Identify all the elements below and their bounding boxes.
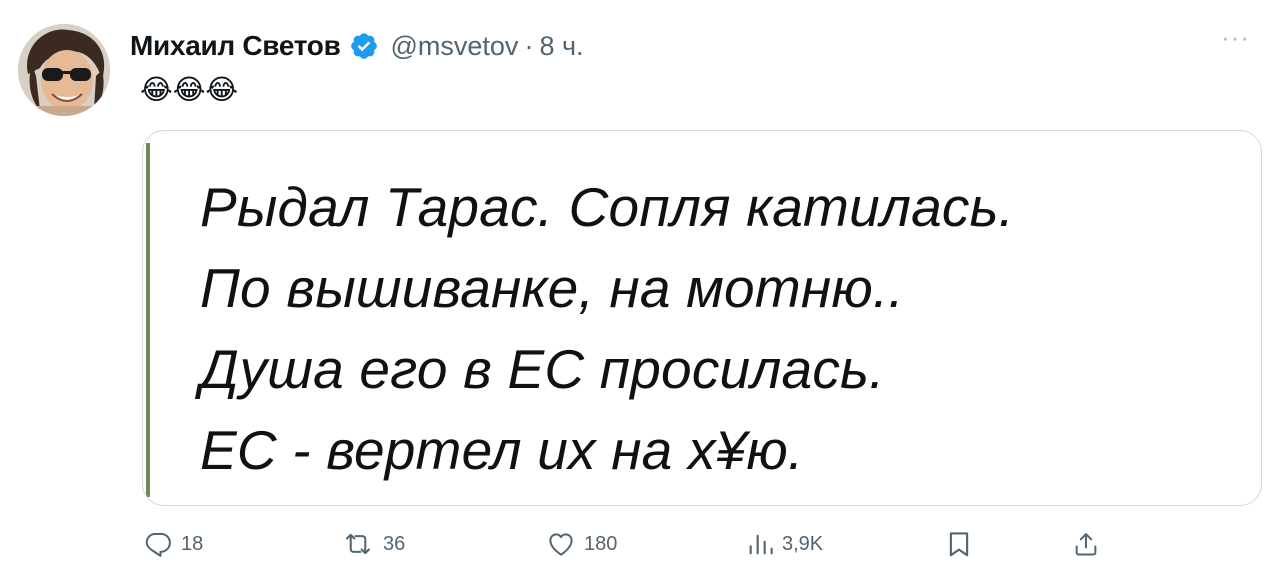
tweet-media[interactable]: Рыдал Тарас. Сопля катилась. По вышиванк… <box>142 130 1262 506</box>
reply-button[interactable]: 18 <box>143 524 203 564</box>
author-handle[interactable]: @msvetov <box>391 31 519 62</box>
poem-line-3: Душа его в ЕС просилась. <box>200 338 885 400</box>
tweet-header: Михаил Светов @msvetov · 8 ч. <box>130 26 584 66</box>
views-button[interactable]: 3,9K <box>746 524 823 564</box>
verified-badge-icon[interactable] <box>349 31 379 61</box>
share-icon <box>1075 533 1097 556</box>
bookmark-button[interactable] <box>946 524 972 564</box>
more-icon[interactable]: ··· <box>1221 22 1250 53</box>
separator-dot: · <box>524 30 534 61</box>
like-icon <box>549 533 573 556</box>
like-button[interactable]: 180 <box>546 524 617 564</box>
retweet-count: 36 <box>383 532 406 555</box>
media-image: Рыдал Тарас. Сопля катилась. По вышиванк… <box>146 143 1254 497</box>
tweet: Михаил Светов @msvetov · 8 ч. ··· 😂😂😂 Ры… <box>0 0 1280 582</box>
poem-text: Рыдал Тарас. Сопля катилась. По вышиванк… <box>200 167 1014 491</box>
bookmark-icon <box>949 532 969 557</box>
retweet-button[interactable]: 36 <box>341 524 405 564</box>
share-button[interactable] <box>1072 524 1100 564</box>
poem-line-1: Рыдал Тарас. Сопля катилась. <box>200 176 1015 238</box>
views-count: 3,9K <box>782 532 824 555</box>
reply-count: 18 <box>181 532 204 555</box>
views-icon <box>749 534 773 555</box>
like-count: 180 <box>584 532 618 555</box>
poem-line-2: По вышиванке, на мотню.. <box>200 257 904 319</box>
avatar-image <box>18 24 110 116</box>
timestamp[interactable]: 8 ч. <box>539 31 583 62</box>
avatar[interactable] <box>18 24 110 116</box>
retweet-icon <box>346 533 370 555</box>
action-bar: 18 36 180 3,9K <box>0 524 1280 564</box>
display-name[interactable]: Михаил Светов <box>130 30 341 62</box>
poem-line-4: ЕС - вертел их на х¥ю. <box>200 419 804 481</box>
tweet-text: 😂😂😂 <box>140 73 239 106</box>
reply-icon <box>145 533 171 557</box>
